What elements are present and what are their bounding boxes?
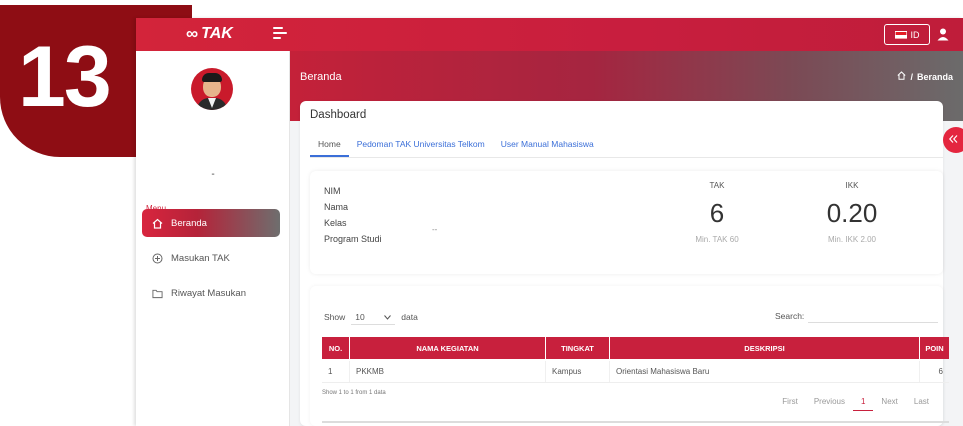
table-bottom-border (322, 421, 949, 423)
show-entries: Show 10 data (324, 309, 418, 325)
sidebar-item-masukan-tak[interactable]: Masukan TAK (142, 244, 280, 272)
pager-page-1[interactable]: 1 (852, 397, 874, 411)
flag-icon (894, 30, 907, 39)
user-icon[interactable] (936, 27, 950, 41)
label-nim: NIM (324, 186, 341, 196)
column-header-nama-kegiatan[interactable]: NAMA KEGIATAN (350, 337, 546, 359)
stat-ikk-label: IKK (845, 181, 859, 190)
show-entries-value: 10 (355, 311, 365, 322)
plus-circle-icon (152, 253, 163, 264)
column-header-poin[interactable]: POIN (920, 337, 949, 359)
pagination: First Previous 1 Next Last (774, 397, 937, 411)
home-icon (152, 218, 163, 229)
pager-next[interactable]: Next (873, 397, 905, 411)
app-window: ∞ TAK ID - Menu (136, 18, 963, 426)
table-row: 1 PKKMB Kampus Orientasi Mahasiswa Baru … (322, 361, 949, 383)
tab-home[interactable]: Home (310, 135, 349, 157)
screen: 13 ∞ TAK ID - Menu (0, 0, 963, 426)
label-kelas: Kelas (324, 218, 347, 228)
cell-tingkat: Kampus (546, 361, 610, 382)
language-button[interactable]: ID (884, 24, 930, 45)
student-info-box: NIM Nama Kelas Program Studi -- TAK 6 Mi… (310, 171, 943, 274)
stat-ikk-min: Min. IKK 2.00 (827, 235, 877, 244)
table-info: Show 1 to 1 from 1 data (322, 390, 386, 396)
sidebar-item-label: Riwayat Masukan (171, 287, 246, 299)
breadcrumb-current: Beranda (916, 71, 953, 82)
sidebar-item-label: Masukan TAK (171, 252, 230, 264)
badge-number: 13 (18, 29, 112, 125)
sidebar: - Menu Beranda Masukan TAK Riwayat Masuk… (136, 51, 290, 426)
show-entries-select[interactable]: 10 (351, 309, 396, 325)
card-title: Dashboard (310, 109, 367, 121)
column-header-tingkat[interactable]: TINGKAT (546, 337, 610, 359)
sidebar-item-riwayat-masukan[interactable]: Riwayat Masukan (142, 279, 280, 307)
search-label: Search: (775, 311, 805, 321)
label-nama: Nama (324, 202, 349, 212)
language-label: ID (910, 29, 920, 40)
collapse-button[interactable] (943, 127, 963, 153)
stat-tak-label: TAK (709, 181, 725, 190)
tab-pedoman[interactable]: Pedoman TAK Universitas Telkom (349, 135, 493, 157)
stat-tak: TAK 6 Min. TAK 60 (662, 181, 772, 244)
column-header-no[interactable]: NO. (322, 337, 350, 359)
sidebar-item-beranda[interactable]: Beranda (142, 209, 280, 237)
cell-nama-kegiatan: PKKMB (350, 361, 546, 382)
user-name: - (211, 169, 215, 180)
cell-deskripsi: Orientasi Mahasiswa Baru (610, 361, 920, 382)
show-label: Show (324, 312, 346, 322)
stat-tak-min: Min. TAK 60 (695, 235, 739, 244)
stat-ikk: IKK 0.20 Min. IKK 2.00 (797, 181, 907, 244)
stat-tak-value: 6 (709, 198, 725, 228)
table-header: NO. NAMA KEGIATAN TINGKAT DESKRIPSI POIN (322, 337, 949, 359)
kelas-value: -- (432, 225, 438, 234)
menu-toggle-icon[interactable] (273, 27, 287, 40)
cell-no: 1 (322, 361, 350, 382)
tabs-divider (310, 157, 943, 158)
activity-table-box: Show 10 data Search: NO. NAMA KEGIATAN T… (310, 286, 949, 426)
pager-first[interactable]: First (774, 397, 806, 411)
info-labels: NIM Nama Kelas Program Studi (324, 183, 382, 247)
logo[interactable]: ∞ TAK (186, 24, 233, 44)
logo-text: TAK (201, 25, 233, 42)
chevron-down-icon (384, 312, 392, 322)
stat-ikk-value: 0.20 (826, 198, 878, 228)
page-title: Beranda (300, 71, 342, 83)
label-program-studi: Program Studi (324, 234, 382, 244)
breadcrumb-separator: / (910, 71, 913, 82)
double-chevron-left-icon (948, 134, 958, 146)
tab-bar: Home Pedoman TAK Universitas Telkom User… (310, 135, 602, 157)
dashboard-card: Dashboard Home Pedoman TAK Universitas T… (300, 101, 949, 426)
avatar[interactable] (191, 68, 233, 110)
folder-icon (152, 288, 163, 299)
logo-infinity-icon: ∞ (186, 24, 198, 43)
pager-last[interactable]: Last (906, 397, 937, 411)
top-bar: ∞ TAK ID (136, 18, 963, 51)
tab-user-manual[interactable]: User Manual Mahasiswa (493, 135, 602, 157)
data-label: data (401, 312, 418, 322)
cell-poin: 6 (938, 367, 943, 376)
column-header-deskripsi[interactable]: DESKRIPSI (610, 337, 920, 359)
home-icon[interactable] (897, 71, 907, 82)
breadcrumb: / Beranda (897, 71, 953, 82)
search-input[interactable] (808, 306, 938, 323)
pager-previous[interactable]: Previous (806, 397, 853, 411)
sidebar-item-label: Beranda (171, 217, 207, 229)
